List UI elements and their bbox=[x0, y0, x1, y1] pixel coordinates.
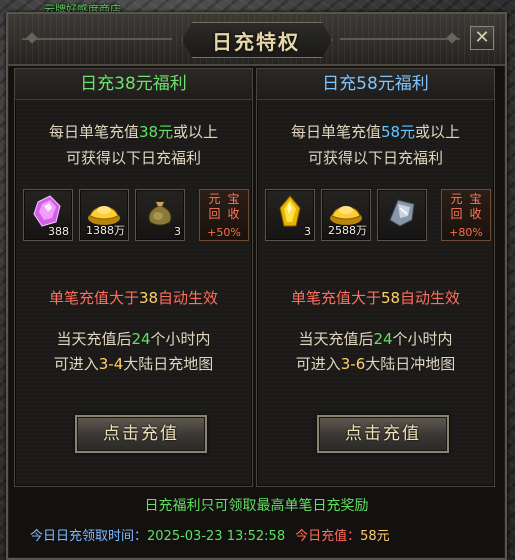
reward-count: 388 bbox=[48, 225, 69, 238]
recycle-percent: +50% bbox=[207, 226, 241, 239]
desc-suffix: 或以上 bbox=[415, 123, 461, 141]
reward-slot-pink-gem[interactable]: 388 bbox=[23, 189, 73, 241]
map-suffix: 大陆日冲地图 bbox=[365, 355, 456, 373]
desc-line2: 可获得以下日充福利 bbox=[65, 149, 201, 167]
recycle-char: 收 bbox=[227, 207, 240, 221]
recycle-char: 元 bbox=[450, 192, 463, 206]
tier-58-condition: 单笔充值大于58自动生效 bbox=[257, 287, 494, 308]
tier-58-rewards: 3 2588万 元 宝 回 收 +80% bbox=[265, 189, 491, 243]
title-bar: 日充特权 ✕ bbox=[8, 14, 505, 66]
tier-58-description: 每日单笔充值58元或以上 可获得以下日充福利 bbox=[257, 119, 494, 171]
money-bag-icon bbox=[148, 201, 172, 226]
claim-time-value: 2025-03-23 13:52:58 bbox=[147, 529, 286, 544]
recycle-percent: +80% bbox=[449, 226, 483, 239]
reward-count: 3 bbox=[304, 225, 311, 238]
recycle-char: 回 bbox=[208, 207, 221, 221]
dur-prefix: 当天充值后 bbox=[56, 330, 132, 348]
recycle-char: 宝 bbox=[469, 192, 482, 206]
window-title: 日充特权 bbox=[212, 30, 300, 54]
yuanbao-recycle-badge: 元 宝 回 收 +50% bbox=[199, 189, 249, 241]
dur-prefix: 当天充值后 bbox=[298, 330, 374, 348]
map-suffix: 大陆日充地图 bbox=[123, 355, 214, 373]
tier-38-rewards: 388 1388万 3 元 宝 回 收 +50% bbox=[23, 189, 249, 243]
today-recharge-label: 今日充值： bbox=[295, 529, 361, 544]
reward-slot-silver-ore[interactable] bbox=[377, 189, 427, 241]
tier-38-header: 日充38元福利 bbox=[15, 69, 252, 100]
recharge-38-button[interactable]: 点击充值 bbox=[75, 415, 207, 453]
tier-38-panel: 日充38元福利 每日单笔充值38元或以上 可获得以下日充福利 388 1388万… bbox=[14, 68, 253, 487]
recycle-char: 回 bbox=[450, 207, 463, 221]
recycle-char: 宝 bbox=[227, 192, 240, 206]
title-deco-line-right bbox=[340, 38, 460, 40]
map-prefix: 可进入 bbox=[295, 355, 341, 373]
cond-prefix: 单笔充值大于 bbox=[290, 289, 381, 307]
reward-slot-gold-crystal[interactable]: 3 bbox=[265, 189, 315, 241]
map-range: 3-6 bbox=[340, 355, 366, 373]
title-deco-diamond-left bbox=[26, 32, 38, 44]
desc-prefix: 每日单笔充值 bbox=[48, 123, 139, 141]
reward-slot-gold-ingot[interactable]: 2588万 bbox=[321, 189, 371, 241]
footer-note: 日充福利只可领取最高单笔日充奖励 bbox=[144, 498, 369, 514]
dur-suffix: 个小时内 bbox=[392, 330, 453, 348]
tier-38-duration: 当天充值后24个小时内 可进入3-4大陆日充地图 bbox=[15, 327, 252, 377]
today-recharge-value: 58元 bbox=[360, 529, 390, 544]
tier-38-description: 每日单笔充值38元或以上 可获得以下日充福利 bbox=[15, 119, 252, 171]
tier-58-panel: 日充58元福利 每日单笔充值58元或以上 可获得以下日充福利 3 2588万 元… bbox=[256, 68, 495, 487]
daily-recharge-window: 日充特权 ✕ 日充38元福利 每日单笔充值38元或以上 可获得以下日充福利 38… bbox=[6, 12, 507, 560]
reward-count: 2588万 bbox=[328, 224, 367, 237]
recharge-58-button[interactable]: 点击充值 bbox=[317, 415, 449, 453]
desc-amount: 58元 bbox=[380, 123, 416, 141]
map-range: 3-4 bbox=[98, 355, 124, 373]
yuanbao-recycle-badge: 元 宝 回 收 +80% bbox=[441, 189, 491, 241]
desc-amount: 38元 bbox=[138, 123, 174, 141]
claim-time-label: 今日日充领取时间： bbox=[30, 529, 148, 544]
close-x-icon: ✕ bbox=[474, 27, 490, 48]
dur-num: 24 bbox=[373, 330, 393, 348]
title-deco-line-left bbox=[22, 38, 172, 40]
reward-slot-gold-ingot[interactable]: 1388万 bbox=[79, 189, 129, 241]
tier-58-duration: 当天充值后24个小时内 可进入3-6大陆日冲地图 bbox=[257, 327, 494, 377]
footer-status: 今日日充领取时间：2025-03-23 13:52:58 今日充值：58元 bbox=[30, 525, 500, 544]
map-prefix: 可进入 bbox=[53, 355, 99, 373]
silver-ore-icon bbox=[389, 199, 415, 227]
recycle-char: 元 bbox=[208, 192, 221, 206]
cond-prefix: 单笔充值大于 bbox=[48, 289, 139, 307]
cond-num: 38 bbox=[138, 289, 159, 307]
title-deco-diamond-right bbox=[446, 32, 458, 44]
reward-count: 3 bbox=[174, 225, 181, 238]
dur-num: 24 bbox=[131, 330, 151, 348]
desc-prefix: 每日单笔充值 bbox=[290, 123, 381, 141]
reward-slot-money-bag[interactable]: 3 bbox=[135, 189, 185, 241]
tier-38-condition: 单笔充值大于38自动生效 bbox=[15, 287, 252, 308]
tier-58-header: 日充58元福利 bbox=[257, 69, 494, 100]
cond-suffix: 自动生效 bbox=[400, 289, 461, 307]
desc-suffix: 或以上 bbox=[173, 123, 219, 141]
gold-crystal-icon bbox=[279, 195, 301, 227]
recycle-char: 收 bbox=[469, 207, 482, 221]
cond-num: 58 bbox=[380, 289, 401, 307]
desc-line2: 可获得以下日充福利 bbox=[307, 149, 443, 167]
close-button[interactable]: ✕ bbox=[470, 26, 494, 50]
reward-count: 1388万 bbox=[86, 224, 125, 237]
cond-suffix: 自动生效 bbox=[158, 289, 219, 307]
dur-suffix: 个小时内 bbox=[150, 330, 211, 348]
